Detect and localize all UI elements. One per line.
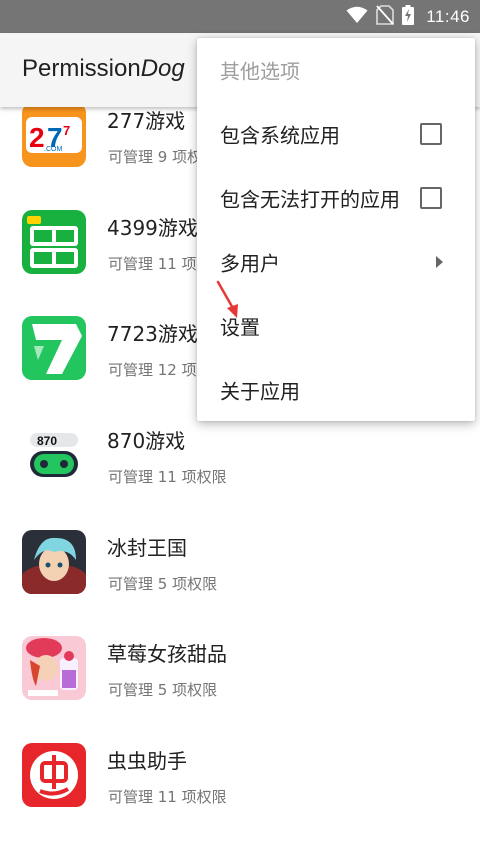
- app-permission-count: 可管理 5 项权限: [108, 574, 218, 593]
- overflow-menu: 其他选项 包含系统应用 包含无法打开的应用 多用户 设置 关于应用: [197, 38, 475, 421]
- app-name: 冰封王国: [107, 535, 187, 560]
- app-chongchong-icon: [22, 743, 86, 808]
- no-sim-icon: [376, 4, 395, 29]
- app-name: 7723游戏: [107, 322, 198, 347]
- menu-item-label: 关于应用: [220, 379, 300, 404]
- app-277-icon: 2 7 7 .COM: [22, 103, 86, 167]
- menu-item-label: 包含系统应用: [220, 123, 340, 148]
- svg-text:.COM: .COM: [44, 146, 62, 153]
- menu-item-about[interactable]: 关于应用: [197, 358, 475, 422]
- annotation-arrow-icon: [216, 280, 238, 318]
- app-permission-count: 可管理 11 项权限: [108, 788, 227, 807]
- app-name: 草莓女孩甜品: [107, 642, 227, 667]
- include-unopenable-apps-checkbox[interactable]: [420, 187, 442, 209]
- app-list-item[interactable]: 草莓女孩甜品 可管理 5 项权限: [0, 623, 480, 730]
- wifi-icon: [346, 6, 368, 28]
- battery-charging-icon: [402, 4, 415, 29]
- app-list-item[interactable]: 虫虫助手 可管理 11 项权限: [0, 730, 480, 837]
- status-bar: 11:46: [0, 0, 480, 33]
- menu-item-label: 多用户: [220, 251, 280, 276]
- menu-item-include-system-apps[interactable]: 包含系统应用: [197, 102, 475, 166]
- app-name: 虫虫助手: [107, 749, 187, 774]
- svg-text:7: 7: [63, 123, 70, 138]
- screen: 11:46 PermissionDog 2 7 7 .COM 277游戏 可管理…: [0, 0, 480, 853]
- app-permission-count: 可管理 5 项权限: [108, 681, 218, 700]
- app-title: PermissionDog: [22, 55, 185, 83]
- app-name: 870游戏: [107, 429, 186, 454]
- svg-text:2: 2: [29, 122, 45, 153]
- app-4399-icon: [22, 209, 86, 274]
- app-list-item[interactable]: 冰封王国 可管理 5 项权限: [0, 517, 480, 624]
- status-time: 11:46: [426, 6, 470, 26]
- app-caomei-icon: [22, 636, 86, 701]
- svg-text:870: 870: [37, 434, 57, 448]
- app-7723-icon: [22, 316, 86, 381]
- app-permission-count: 可管理 11 项权限: [108, 468, 227, 487]
- menu-header-label: 其他选项: [220, 59, 300, 84]
- include-system-apps-checkbox[interactable]: [420, 123, 442, 145]
- app-title-italic: Dog: [140, 55, 185, 82]
- menu-item-label: 包含无法打开的应用: [220, 187, 400, 212]
- app-title-regular: Permission: [22, 55, 141, 82]
- app-name: 4399游戏: [107, 215, 198, 240]
- menu-header: 其他选项: [197, 38, 475, 102]
- app-870-icon: 870: [22, 423, 86, 488]
- app-list-item[interactable]: 870 870游戏 可管理 11 项权限: [0, 410, 480, 517]
- submenu-arrow-icon: [436, 256, 443, 268]
- menu-item-include-unopenable-apps[interactable]: 包含无法打开的应用: [197, 166, 475, 230]
- app-name: 277游戏: [107, 109, 186, 133]
- app-bingfeng-icon: [22, 529, 86, 594]
